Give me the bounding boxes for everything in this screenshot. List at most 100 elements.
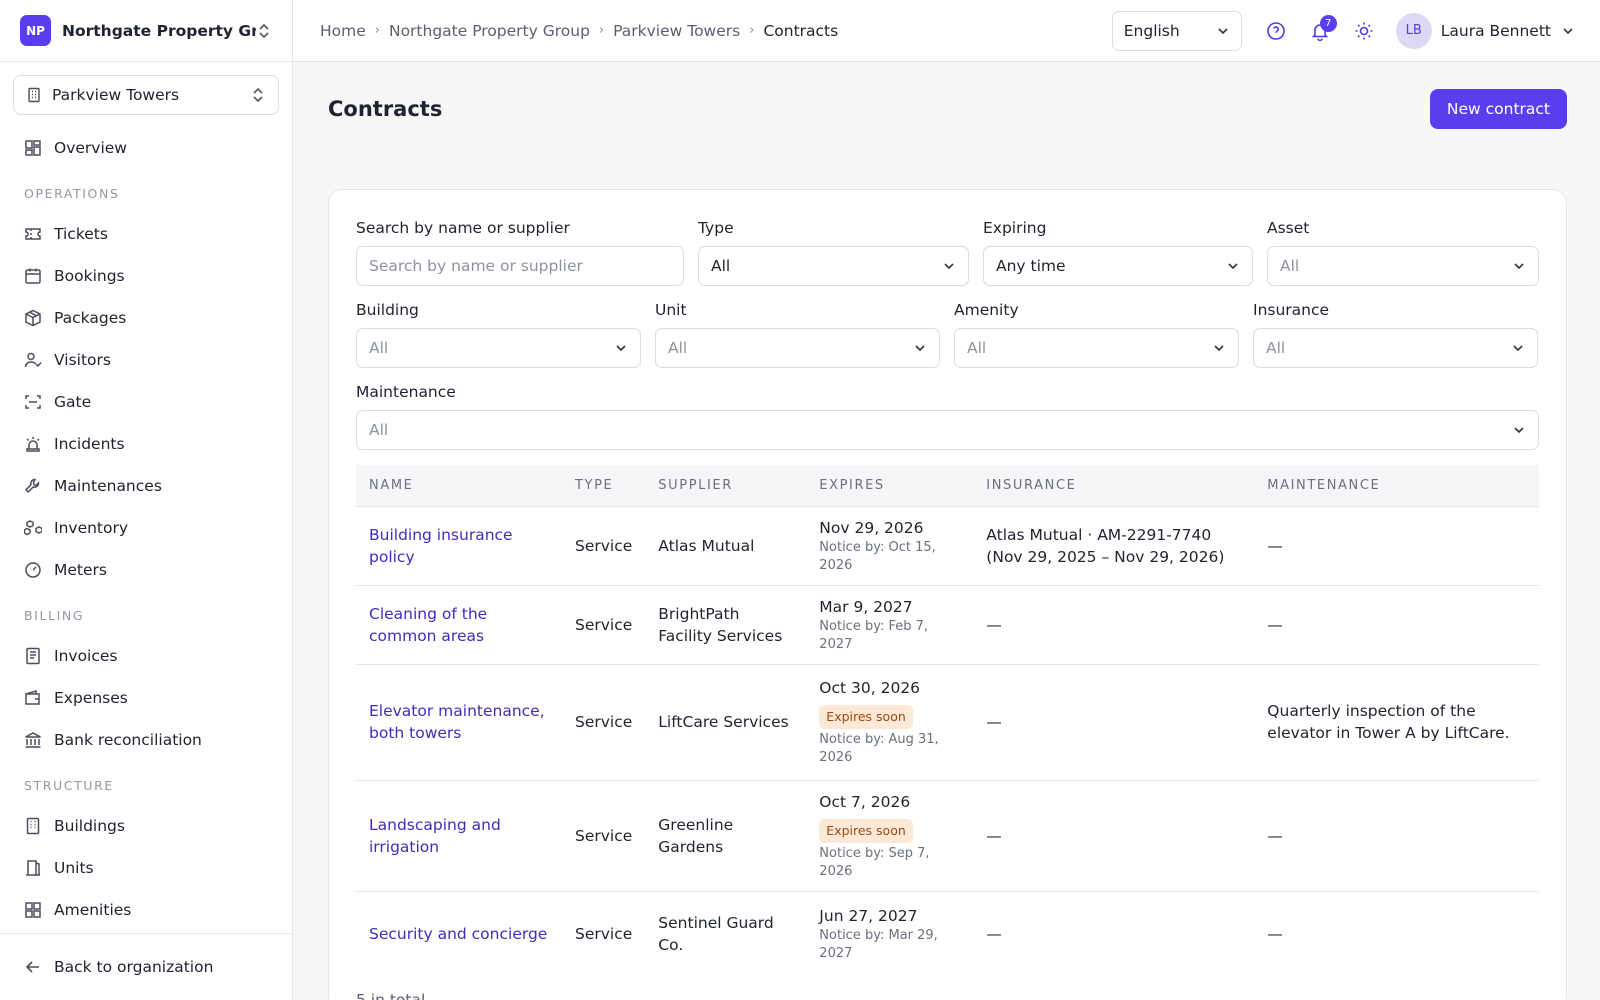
expires-date: Jun 27, 2027 xyxy=(819,907,918,926)
type-value: All xyxy=(711,257,731,275)
cell-type: Service xyxy=(562,584,646,664)
sidebar-item-bookings[interactable]: Bookings xyxy=(0,255,292,297)
cell-expires: Oct 7, 2026 Expires soon Notice by: Sep 7,… xyxy=(806,779,974,891)
section-operations: OPERATIONS xyxy=(24,185,120,201)
theme-toggle-button[interactable] xyxy=(1346,13,1382,49)
user-menu[interactable]: LB Laura Bennett xyxy=(1395,12,1575,49)
column-header-supplier[interactable]: SUPPLIER xyxy=(645,465,806,506)
contract-link[interactable]: Landscaping and irrigation xyxy=(369,816,501,856)
building-selector[interactable]: Parkview Towers xyxy=(13,75,279,115)
help-icon xyxy=(1266,21,1285,40)
cell-insurance: — xyxy=(973,779,1255,891)
sidebar-item-tickets[interactable]: Tickets xyxy=(0,213,292,255)
cell-maintenance: Quarterly inspection of the elevator in … xyxy=(1254,663,1539,780)
expiring-value: Any time xyxy=(996,257,1066,275)
sidebar-item-expenses[interactable]: Expenses xyxy=(0,677,292,719)
table-header-row: NAME TYPE SUPPLIER EXPIRES INSURANCE MAI… xyxy=(356,465,1539,506)
chevron-updown-icon xyxy=(259,23,269,38)
sidebar-item-invoices[interactable]: Invoices xyxy=(0,635,292,677)
breadcrumb-organization[interactable]: Northgate Property Group xyxy=(389,22,590,40)
insurance-label: Insurance xyxy=(1253,301,1330,319)
notification-count-badge: 7 xyxy=(1319,14,1337,32)
type-select[interactable]: All xyxy=(698,246,969,286)
notifications-button[interactable]: 7 xyxy=(1302,13,1338,49)
back-to-organization[interactable]: Back to organization xyxy=(0,933,292,1000)
cell-name: Building insurance policy xyxy=(356,505,562,585)
help-button[interactable] xyxy=(1258,13,1294,49)
sidebar-item-visitors[interactable]: Visitors xyxy=(0,339,292,381)
sidebar-item-buildings[interactable]: Buildings xyxy=(0,805,292,847)
cell-name: Cleaning of the common areas xyxy=(356,584,562,664)
column-header-name[interactable]: NAME xyxy=(356,465,562,506)
grid-icon xyxy=(25,902,41,918)
org-avatar: NP xyxy=(20,15,51,46)
amenity-select[interactable]: All xyxy=(954,328,1239,368)
contract-link[interactable]: Security and concierge xyxy=(369,925,547,943)
arrow-left-icon xyxy=(25,961,39,973)
column-header-maintenance[interactable]: MAINTENANCE xyxy=(1254,465,1539,506)
gauge-icon xyxy=(25,562,41,578)
maintenance-label: Maintenance xyxy=(356,383,456,401)
dashboard-icon xyxy=(25,140,41,156)
column-header-type[interactable]: TYPE xyxy=(562,465,645,506)
wallet-icon xyxy=(25,689,40,705)
user-name: Laura Bennett xyxy=(1440,21,1551,40)
sidebar-item-gate[interactable]: Gate xyxy=(0,381,292,423)
expires-soon-badge: Expires soon xyxy=(819,705,913,729)
building-value: All xyxy=(369,339,389,357)
cell-supplier: Atlas Mutual xyxy=(645,505,807,585)
sidebar-item-amenities[interactable]: Amenities xyxy=(0,889,292,931)
main: Home › Northgate Property Group › Parkvi… xyxy=(293,0,1600,1000)
table-row[interactable]: Building insurance policy Service Atlas Mu… xyxy=(356,505,1539,585)
sidebar-nav: Overview OPERATIONS Tickets Bookings Pac… xyxy=(0,127,292,931)
maintenance-select[interactable]: All xyxy=(356,410,1539,450)
sidebar-item-maintenances[interactable]: Maintenances xyxy=(0,465,292,507)
new-contract-button[interactable]: New contract xyxy=(1429,88,1567,129)
sidebar-item-overview[interactable]: Overview xyxy=(0,127,292,169)
sidebar-item-label: Bank reconciliation xyxy=(54,731,202,749)
bank-icon xyxy=(25,732,41,748)
org-switcher[interactable]: NP Northgate Property Gr... xyxy=(0,0,292,62)
sidebar-item-bank-reconciliation[interactable]: Bank reconciliation xyxy=(0,719,292,761)
table-row[interactable]: Cleaning of the common areas Service Brigh… xyxy=(356,584,1539,664)
column-header-insurance[interactable]: INSURANCE xyxy=(973,465,1254,506)
breadcrumb-building[interactable]: Parkview Towers xyxy=(613,22,740,40)
calendar-icon xyxy=(25,268,41,284)
building-select[interactable]: All xyxy=(356,328,641,368)
cell-type: Service xyxy=(562,779,646,891)
notice-by: Notice by: Sep 7, 2026 xyxy=(819,845,930,879)
insurance-select[interactable]: All xyxy=(1253,328,1538,368)
cell-type: Service xyxy=(562,890,646,977)
chevron-right-icon: › xyxy=(598,23,605,38)
contract-link[interactable]: Building insurance policy xyxy=(369,526,513,566)
sidebar-item-units[interactable]: Units xyxy=(0,847,292,889)
sidebar-item-packages[interactable]: Packages xyxy=(0,297,292,339)
sidebar-item-label: Visitors xyxy=(54,351,111,369)
door-icon xyxy=(26,860,40,876)
search-input[interactable]: Search by name or supplier xyxy=(356,246,684,286)
unit-select[interactable]: All xyxy=(655,328,940,368)
language-select[interactable]: English xyxy=(1111,10,1242,51)
contract-link[interactable]: Elevator maintenance, both towers xyxy=(369,702,545,742)
chevron-down-icon xyxy=(1563,27,1573,34)
breadcrumb-current: Contracts xyxy=(763,21,839,40)
cell-type: Service xyxy=(562,663,646,780)
notice-by: Notice by: Mar 29, 2027 xyxy=(819,928,938,962)
table-row[interactable]: Landscaping and irrigation Service Greenli… xyxy=(356,779,1539,891)
cell-expires: Jun 27, 2027 Notice by: Mar 29, 2027 xyxy=(806,890,974,977)
asset-select[interactable]: All xyxy=(1267,246,1539,286)
breadcrumb-home[interactable]: Home xyxy=(320,22,366,40)
contracts-table: NAME TYPE SUPPLIER EXPIRES INSURANCE MAI… xyxy=(356,465,1539,977)
sidebar-item-label: Incidents xyxy=(54,435,125,453)
sidebar-item-inventory[interactable]: Inventory xyxy=(0,507,292,549)
column-header-expires[interactable]: EXPIRES xyxy=(806,465,973,506)
sidebar-item-incidents[interactable]: Incidents xyxy=(0,423,292,465)
search-label: Search by name or supplier xyxy=(356,219,570,237)
expires-date: Mar 9, 2027 xyxy=(819,597,913,616)
contract-link[interactable]: Cleaning of the common areas xyxy=(369,605,487,645)
expires-date: Oct 7, 2026 xyxy=(819,792,911,811)
sidebar-item-meters[interactable]: Meters xyxy=(0,549,292,591)
table-row[interactable]: Security and concierge Service Sentinel Gu… xyxy=(356,890,1539,977)
expiring-select[interactable]: Any time xyxy=(983,246,1253,286)
table-row[interactable]: Elevator maintenance, both towers Service… xyxy=(356,663,1539,780)
